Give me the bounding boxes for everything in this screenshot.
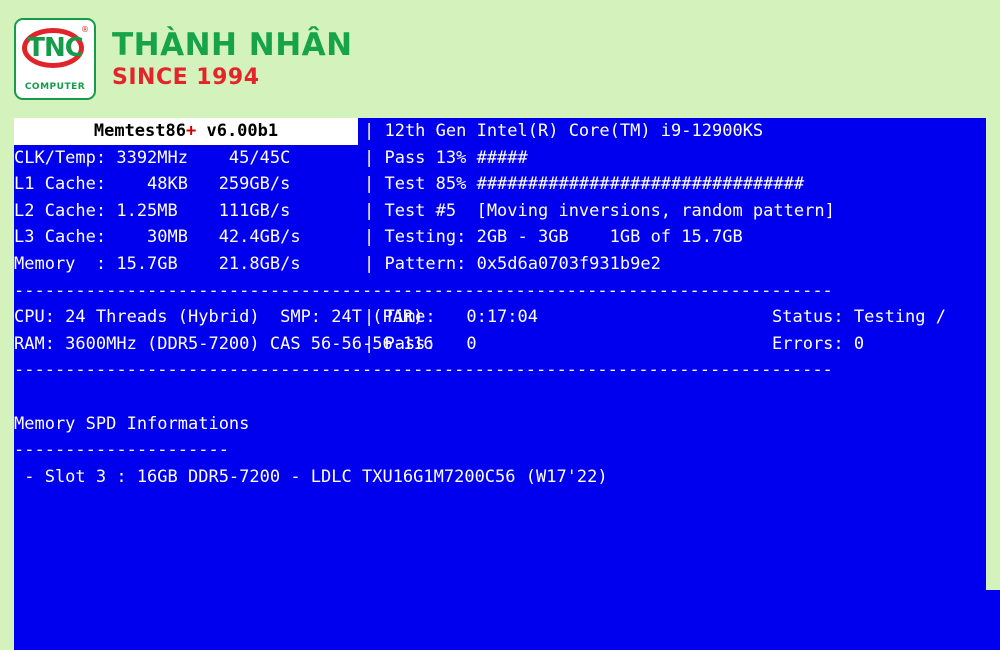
divider-top: ----------------------------------------… (14, 280, 833, 301)
spd-heading: Memory SPD Informations (14, 413, 250, 434)
app-title-version: v6.00b1 (196, 121, 279, 141)
divider-bottom: ----------------------------------------… (14, 360, 833, 381)
info-row-clk-temp: CLK/Temp: 3392MHz 45/45C | Pass 13% ####… (14, 145, 986, 172)
tnc-logo: TNC ® COMPUTER (14, 18, 96, 100)
company-tagline: SINCE 1994 (112, 65, 260, 90)
status-line: Status: Testing / (772, 307, 946, 328)
errors-line: Errors: 0 (772, 333, 865, 354)
logo-sub-text: COMPUTER (24, 82, 86, 92)
info-row-l2-cache: L2 Cache: 1.25MB 111GB/s | Test #5 [Movi… (14, 198, 986, 225)
pass-count-line: | Pass: 0 (364, 333, 477, 354)
test-progress-line: | Test 85% #############################… (364, 174, 805, 195)
spd-slot-row: - Slot 3 : 16GB DDR5-7200 - LDLC TXU16G1… (14, 466, 608, 487)
l2-cache-stats: L2 Cache: 1.25MB 111GB/s (14, 200, 301, 221)
cpu-model-line: | 12th Gen Intel(R) Core(TM) i9-12900KS (364, 121, 764, 141)
brand-text-block: THÀNH NHÂN SINCE 1994 (112, 27, 353, 91)
time-line: | Time: 0:17:04 (364, 307, 538, 328)
current-test-line: | Test #5 [Moving inversions, random pat… (364, 200, 835, 221)
l1-cache-stats: L1 Cache: 48KB 259GB/s (14, 174, 301, 195)
app-title-prefix: Memtest86 (93, 121, 186, 141)
info-row-l3-cache: L3 Cache: 30MB 42.4GB/s | Testing: 2GB -… (14, 224, 986, 251)
info-row-l1-cache: L1 Cache: 48KB 259GB/s | Test 85% ######… (14, 171, 986, 198)
testing-range-line: | Testing: 2GB - 3GB 1GB of 15.7GB (364, 227, 743, 248)
pass-progress-line: | Pass 13% ##### (364, 147, 528, 168)
memtest-terminal: Memtest86+ v6.00b1 | 12th Gen Intel(R) C… (14, 118, 986, 650)
memory-stats: Memory : 15.7GB 21.8GB/s (14, 253, 301, 274)
registered-trademark-icon: ® (81, 25, 89, 34)
brand-header: TNC ® COMPUTER THÀNH NHÂN SINCE 1994 (0, 0, 1000, 118)
system-row-cpu: CPU: 24 Threads (Hybrid) SMP: 24T (PAR) … (14, 304, 986, 331)
app-title: Memtest86+ v6.00b1 (14, 118, 358, 145)
pattern-line: | Pattern: 0x5d6a0703f931b9e2 (364, 253, 661, 274)
spd-underline: --------------------- (14, 440, 229, 461)
l3-cache-stats: L3 Cache: 30MB 42.4GB/s (14, 227, 301, 248)
terminal-title-row: Memtest86+ v6.00b1 | 12th Gen Intel(R) C… (14, 118, 986, 145)
spacer-row (14, 384, 986, 411)
app-title-plus: + (185, 121, 197, 141)
logo-mark-text: TNC (27, 33, 84, 63)
info-row-memory: Memory : 15.7GB 21.8GB/s | Pattern: 0x5d… (14, 251, 986, 278)
company-name: THÀNH NHÂN (112, 27, 353, 63)
system-row-ram: RAM: 3600MHz (DDR5-7200) CAS 56-56-56-11… (14, 331, 986, 358)
clk-temp-stats: CLK/Temp: 3392MHz 45/45C (14, 147, 301, 168)
